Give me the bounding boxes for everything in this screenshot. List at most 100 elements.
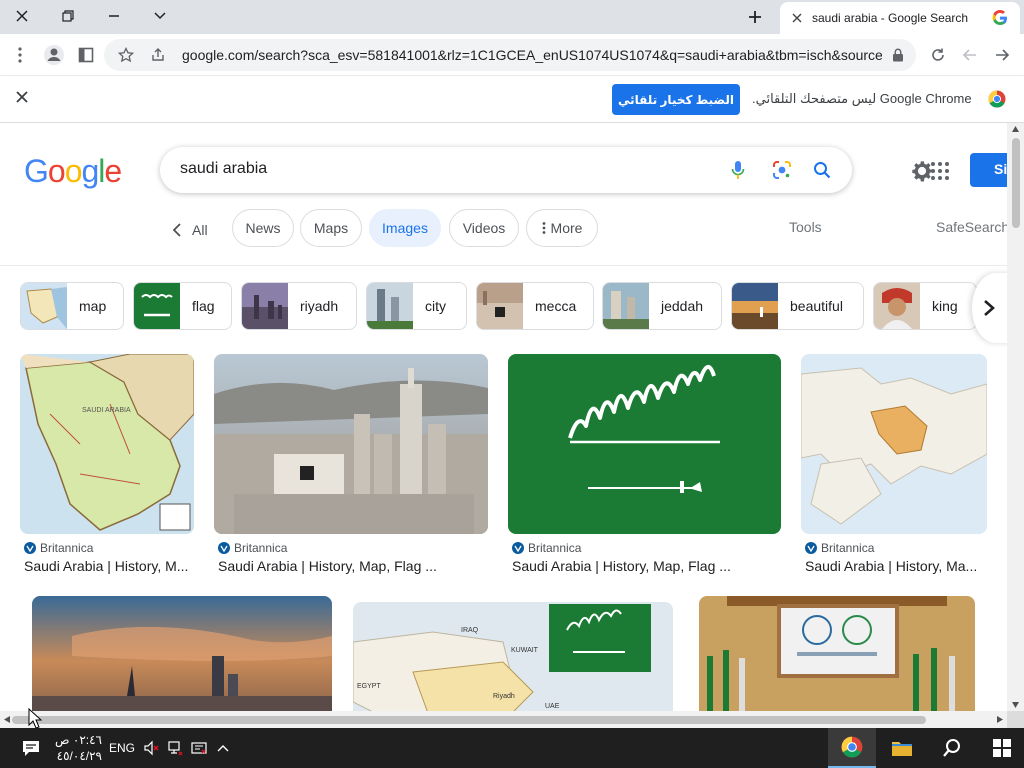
new-tab-button[interactable] — [744, 6, 766, 28]
chips-next-button[interactable] — [972, 273, 1007, 343]
start-button[interactable] — [980, 728, 1024, 768]
tab-maps[interactable]: Maps — [300, 209, 362, 247]
bookmark-star-button[interactable] — [114, 43, 138, 67]
network-button[interactable] — [164, 728, 186, 768]
horizontal-scroll-thumb[interactable] — [12, 716, 926, 724]
image-result[interactable] — [685, 592, 985, 711]
browser-toolbar: google.com/search?sca_esv=581841001&rlz=… — [0, 34, 1024, 76]
lens-search-button[interactable] — [770, 158, 794, 182]
chip-beautiful[interactable]: beautiful — [731, 282, 864, 330]
image-result[interactable]: SAUDI ARABIA Britannica Saudi Arabia | H… — [20, 354, 194, 584]
chip-jeddah[interactable]: jeddah — [602, 282, 722, 330]
image-result[interactable]: Britannica Saudi Arabia | History, Map, … — [214, 354, 488, 584]
folder-icon — [892, 742, 912, 756]
tab-close-button[interactable] — [788, 9, 806, 27]
profile-button[interactable] — [42, 43, 66, 67]
share-icon — [152, 48, 164, 61]
result-title[interactable]: Saudi Arabia | History, Map, Flag ... — [512, 558, 781, 574]
search-button[interactable] — [810, 158, 834, 182]
chevron-right-icon — [984, 300, 995, 316]
scroll-up-icon[interactable] — [1011, 125, 1020, 133]
chip-thumbnail — [603, 283, 649, 329]
result-source[interactable]: Britannica — [805, 541, 874, 555]
device-button[interactable] — [188, 728, 210, 768]
search-query[interactable]: saudi arabia — [180, 160, 267, 178]
safesearch-button[interactable]: SafeSearch — [936, 219, 1007, 235]
result-title[interactable]: Saudi Arabia | History, Map, Flag ... — [218, 558, 488, 574]
reload-button[interactable] — [926, 43, 950, 67]
result-source[interactable]: Britannica — [512, 541, 581, 555]
back-button[interactable] — [990, 43, 1014, 67]
scrollbar-corner — [1007, 711, 1024, 728]
scroll-right-icon[interactable] — [996, 715, 1004, 724]
forward-button[interactable] — [958, 43, 982, 67]
tab-all[interactable]: All — [172, 219, 222, 241]
vertical-scroll-thumb[interactable] — [1012, 138, 1020, 228]
voice-search-button[interactable] — [726, 158, 750, 182]
result-thumbnail[interactable] — [801, 354, 987, 534]
language-label: ENG — [108, 741, 135, 755]
taskbar-clock[interactable]: ٠٢:٤٦ ص ٤٥/٠٤/٢٩ — [54, 732, 102, 764]
window-minimize-button[interactable] — [94, 3, 134, 29]
chip-mecca[interactable]: mecca — [476, 282, 594, 330]
chip-label: jeddah — [661, 298, 704, 314]
taskbar-search-button[interactable] — [930, 728, 974, 768]
tab-news[interactable]: News — [232, 209, 294, 247]
google-apps-icon[interactable] — [930, 161, 950, 181]
taskbar-chrome-button[interactable] — [828, 728, 876, 768]
result-thumbnail[interactable]: IRAQ KUWAIT EGYPT UAE Riyadh SAUDI ARABI… — [353, 602, 673, 711]
result-thumbnail[interactable]: SAUDI ARABIA — [20, 354, 194, 534]
search-results-page: Google saudi arabia Si All News Maps Ima… — [0, 123, 1007, 711]
result-title[interactable]: Saudi Arabia | History, M... — [24, 558, 194, 574]
taskbar-file-explorer-button[interactable] — [880, 728, 924, 768]
image-result[interactable] — [20, 592, 332, 711]
image-result[interactable]: IRAQ KUWAIT EGYPT UAE Riyadh SAUDI ARABI… — [341, 592, 673, 711]
window-restore-button[interactable] — [48, 3, 88, 29]
image-result[interactable]: Britannica Saudi Arabia | History, Map, … — [508, 354, 781, 584]
chip-city[interactable]: city — [366, 282, 467, 330]
google-logo[interactable]: Google — [24, 153, 122, 190]
chip-label: map — [79, 298, 107, 314]
share-button[interactable] — [146, 43, 170, 67]
result-source[interactable]: Britannica — [218, 541, 287, 555]
chip-riyadh[interactable]: riyadh — [241, 282, 357, 330]
chip-map[interactable]: map — [20, 282, 124, 330]
infobar-close-button[interactable] — [16, 90, 28, 108]
tab-more[interactable]: More — [526, 209, 598, 247]
britannica-favicon — [24, 542, 36, 554]
result-title[interactable]: Saudi Arabia | History, Ma... — [805, 558, 985, 574]
saudi-flag-image[interactable] — [508, 354, 781, 534]
result-thumbnail[interactable] — [699, 596, 975, 711]
scroll-down-icon[interactable] — [1011, 701, 1020, 709]
omnibox[interactable]: google.com/search?sca_esv=581841001&rlz=… — [104, 39, 916, 71]
vertical-scrollbar[interactable] — [1007, 123, 1024, 711]
horizontal-scrollbar[interactable] — [0, 711, 1007, 728]
volume-button[interactable] — [140, 728, 162, 768]
tab-google-search[interactable]: saudi arabia - Google Search — [780, 2, 1020, 34]
chip-king[interactable]: king — [873, 282, 977, 330]
image-result[interactable]: Britannica Saudi Arabia | History, Ma... — [801, 354, 987, 584]
window-close-button[interactable] — [2, 3, 42, 29]
show-hidden-icons-button[interactable] — [212, 728, 234, 768]
result-source-name: Britannica — [528, 541, 582, 555]
tab-images[interactable]: Images — [369, 209, 441, 247]
result-source[interactable]: Britannica — [24, 541, 93, 555]
language-indicator[interactable]: ENG — [106, 728, 138, 768]
action-center-button[interactable] — [14, 728, 48, 768]
chrome-menu-button[interactable] — [8, 43, 32, 67]
result-thumbnail[interactable] — [32, 596, 332, 711]
result-thumbnail[interactable] — [214, 354, 488, 534]
chip-flag[interactable]: flag — [133, 282, 232, 330]
google-favicon — [992, 10, 1007, 25]
side-panel-button[interactable] — [74, 43, 98, 67]
site-info-button[interactable] — [886, 43, 910, 67]
tab-videos[interactable]: Videos — [449, 209, 519, 247]
sign-in-button[interactable]: Si — [970, 153, 1007, 187]
set-default-button[interactable]: الضبط كخيار تلقائي — [612, 84, 740, 115]
close-icon — [16, 91, 28, 103]
tools-button[interactable]: Tools — [789, 219, 822, 235]
map-label-riyadh: Riyadh — [493, 693, 515, 700]
tab-search-button[interactable] — [140, 3, 180, 29]
scroll-left-icon[interactable] — [3, 715, 11, 724]
search-box[interactable]: saudi arabia — [160, 147, 852, 193]
